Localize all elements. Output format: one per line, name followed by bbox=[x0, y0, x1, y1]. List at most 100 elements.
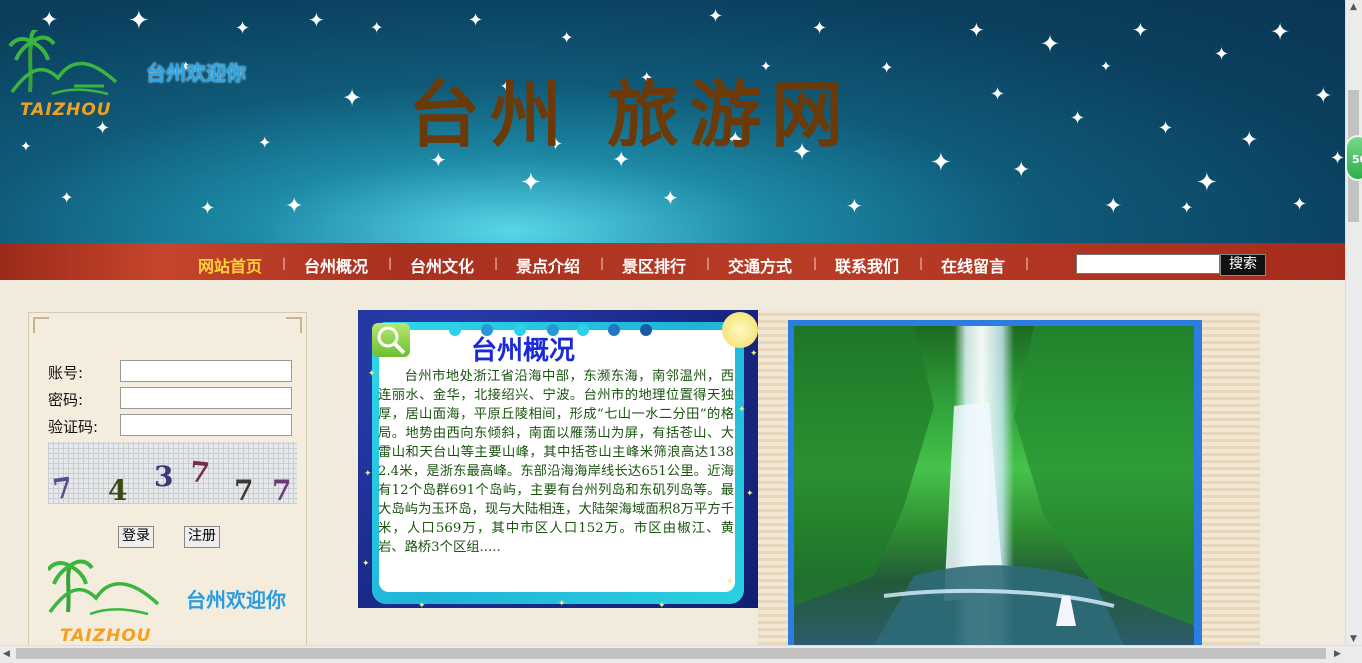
nav-item-contact[interactable]: 联系我们 bbox=[835, 253, 899, 277]
welcome-slogan: 台州欢迎你 bbox=[146, 61, 246, 85]
star-decoration-icon: ✦ bbox=[1314, 84, 1333, 109]
register-button[interactable]: 注册 bbox=[184, 526, 220, 548]
password-label: 密码: bbox=[48, 391, 84, 409]
scroll-left-arrow-icon[interactable]: ◀ bbox=[3, 649, 10, 659]
star-decoration-icon: ✦ bbox=[370, 18, 384, 37]
star-decoration-icon: ✦ bbox=[20, 139, 32, 155]
scroll-right-arrow-icon[interactable]: ▶ bbox=[1334, 649, 1341, 659]
overview-card: 台州概况 台州市地处浙江省沿海中部，东濒东海，南邻温州，西连丽水、金华，北接绍兴… bbox=[358, 310, 758, 608]
star-decoration-icon: ✦ bbox=[1330, 148, 1345, 169]
decorative-dot bbox=[481, 324, 493, 336]
star-decoration-icon: ✦ bbox=[1292, 194, 1308, 215]
scroll-up-arrow-icon[interactable]: ▲ bbox=[1350, 2, 1357, 12]
waterfall-photo[interactable] bbox=[794, 326, 1194, 645]
star-decoration-icon: ✦ bbox=[738, 405, 746, 415]
star-decoration-icon: ✦ bbox=[1240, 128, 1259, 153]
nav-item-home[interactable]: 网站首页 bbox=[198, 253, 262, 277]
star-decoration-icon: ✦ bbox=[726, 577, 734, 587]
waterfall-scene bbox=[794, 326, 1194, 645]
side-float-badge[interactable]: 50 bbox=[1345, 135, 1362, 181]
star-decoration-icon: ✦ bbox=[368, 369, 376, 379]
login-button[interactable]: 登录 bbox=[118, 526, 154, 548]
star-decoration-icon: ✦ bbox=[846, 194, 863, 218]
palm-mountain-logo-icon bbox=[46, 559, 160, 616]
nav-item-ranking[interactable]: 景区排行 bbox=[622, 253, 686, 277]
star-decoration-icon: ✦ bbox=[1270, 18, 1291, 46]
star-decoration-icon: ✦ bbox=[880, 58, 894, 77]
star-decoration-icon: ✦ bbox=[40, 8, 59, 33]
nav-separator: | bbox=[600, 256, 605, 270]
nav-item-attractions[interactable]: 景点介绍 bbox=[516, 253, 580, 277]
star-decoration-icon: ✦ bbox=[750, 349, 758, 359]
nav-separator: | bbox=[388, 256, 393, 270]
overview-text: 台州市地处浙江省沿海中部，东濒东海，南邻温州，西连丽水、金华，北接绍兴、宁波。台… bbox=[378, 369, 734, 555]
nav-item-transport[interactable]: 交通方式 bbox=[728, 253, 792, 277]
star-decoration-icon: ✦ bbox=[990, 84, 1006, 105]
search-input[interactable] bbox=[1076, 254, 1220, 274]
star-decoration-icon: ✦ bbox=[1100, 59, 1112, 75]
nav-separator: | bbox=[813, 256, 818, 270]
star-decoration-icon: ✦ bbox=[930, 148, 952, 178]
star-decoration-icon: ✦ bbox=[418, 601, 426, 609]
welcome-slogan-small: 台州欢迎你 bbox=[186, 588, 286, 612]
taizhou-logo-small: TAIZHOU bbox=[46, 556, 163, 645]
decorative-dot bbox=[577, 324, 589, 336]
decorative-dot bbox=[547, 324, 559, 336]
star-decoration-icon: ✦ bbox=[520, 168, 542, 198]
nav-item-overview[interactable]: 台州概况 bbox=[304, 253, 368, 277]
taizhou-logo: TAIZHOU bbox=[8, 26, 123, 125]
captcha-char: 3 bbox=[154, 460, 174, 493]
logo-text: TAIZHOU bbox=[20, 100, 112, 120]
star-decoration-icon: ✦ bbox=[812, 18, 828, 39]
star-decoration-icon: ✦ bbox=[1012, 158, 1031, 183]
moon-decoration bbox=[722, 312, 758, 348]
star-decoration-icon: ✦ bbox=[1104, 194, 1123, 219]
password-input[interactable] bbox=[120, 387, 292, 409]
star-decoration-icon: ✦ bbox=[1196, 168, 1218, 198]
search-button[interactable]: 搜索 bbox=[1220, 254, 1266, 276]
star-decoration-icon: ✦ bbox=[468, 10, 484, 31]
star-decoration-icon: ✦ bbox=[60, 188, 74, 207]
decorative-dot bbox=[640, 324, 652, 336]
captcha-char: 7 bbox=[50, 470, 75, 507]
account-input[interactable] bbox=[120, 360, 292, 382]
horizontal-scroll-thumb[interactable] bbox=[16, 648, 1326, 659]
star-decoration-icon: ✦ bbox=[1214, 44, 1230, 65]
logo-text: TAIZHOU bbox=[60, 626, 152, 645]
star-decoration-icon: ✦ bbox=[235, 18, 251, 39]
captcha-char: 7 bbox=[234, 474, 254, 507]
panel-corner-decoration bbox=[286, 317, 302, 333]
scroll-down-arrow-icon[interactable]: ▼ bbox=[1350, 634, 1357, 644]
star-decoration-icon: ✦ bbox=[342, 84, 363, 112]
star-decoration-icon: ✦ bbox=[200, 198, 216, 219]
star-decoration-icon: ✦ bbox=[560, 28, 574, 47]
decorative-dot bbox=[449, 324, 461, 336]
decorative-dot bbox=[514, 324, 526, 336]
nav-item-culture[interactable]: 台州文化 bbox=[410, 253, 474, 277]
star-decoration-icon: ✦ bbox=[708, 6, 724, 27]
captcha-label: 验证码: bbox=[48, 418, 99, 436]
star-decoration-icon: ✦ bbox=[364, 469, 372, 479]
star-decoration-icon: ✦ bbox=[128, 6, 150, 36]
star-decoration-icon: ✦ bbox=[1040, 30, 1061, 58]
star-decoration-icon: ✦ bbox=[285, 194, 304, 219]
star-decoration-icon: ✦ bbox=[308, 8, 325, 32]
star-decoration-icon: ✦ bbox=[968, 18, 985, 42]
star-decoration-icon: ✦ bbox=[1158, 118, 1174, 139]
panel-corner-decoration bbox=[33, 317, 49, 333]
captcha-input[interactable] bbox=[120, 414, 292, 436]
star-decoration-icon: ✦ bbox=[1132, 18, 1149, 42]
star-decoration-icon: ✦ bbox=[362, 559, 370, 569]
star-decoration-icon: ✦ bbox=[746, 489, 754, 499]
star-decoration-icon: ✦ bbox=[662, 186, 679, 210]
page: ✦ ✦ ✦ ✦ ✦ ✦ ✦ ✦ ✦ ✦ ✦ ✦ ✦ ✦ ✦ ✦ ✦ ✦ ✦ ✦ ✦ ✦ ✦ ✦ ✦ ✦ ✦ ✦ ✦ ✦ ✦ ✦ ✦ ✦ ✦ ✦ ✦ ✦ ✦ ✦… bbox=[0, 0, 1345, 645]
captcha-image[interactable]: 7 4 3 7 7 7 bbox=[48, 442, 297, 507]
site-title: 台州 旅游网 bbox=[408, 72, 854, 157]
account-label: 账号: bbox=[48, 364, 84, 382]
star-decoration-icon: ✦ bbox=[558, 599, 566, 609]
nav-separator: | bbox=[494, 256, 499, 270]
captcha-char: 7 bbox=[188, 455, 212, 490]
nav-item-guestbook[interactable]: 在线留言 bbox=[941, 253, 1005, 277]
star-decoration-icon: ✦ bbox=[1070, 108, 1086, 129]
nav-separator: | bbox=[919, 256, 924, 270]
